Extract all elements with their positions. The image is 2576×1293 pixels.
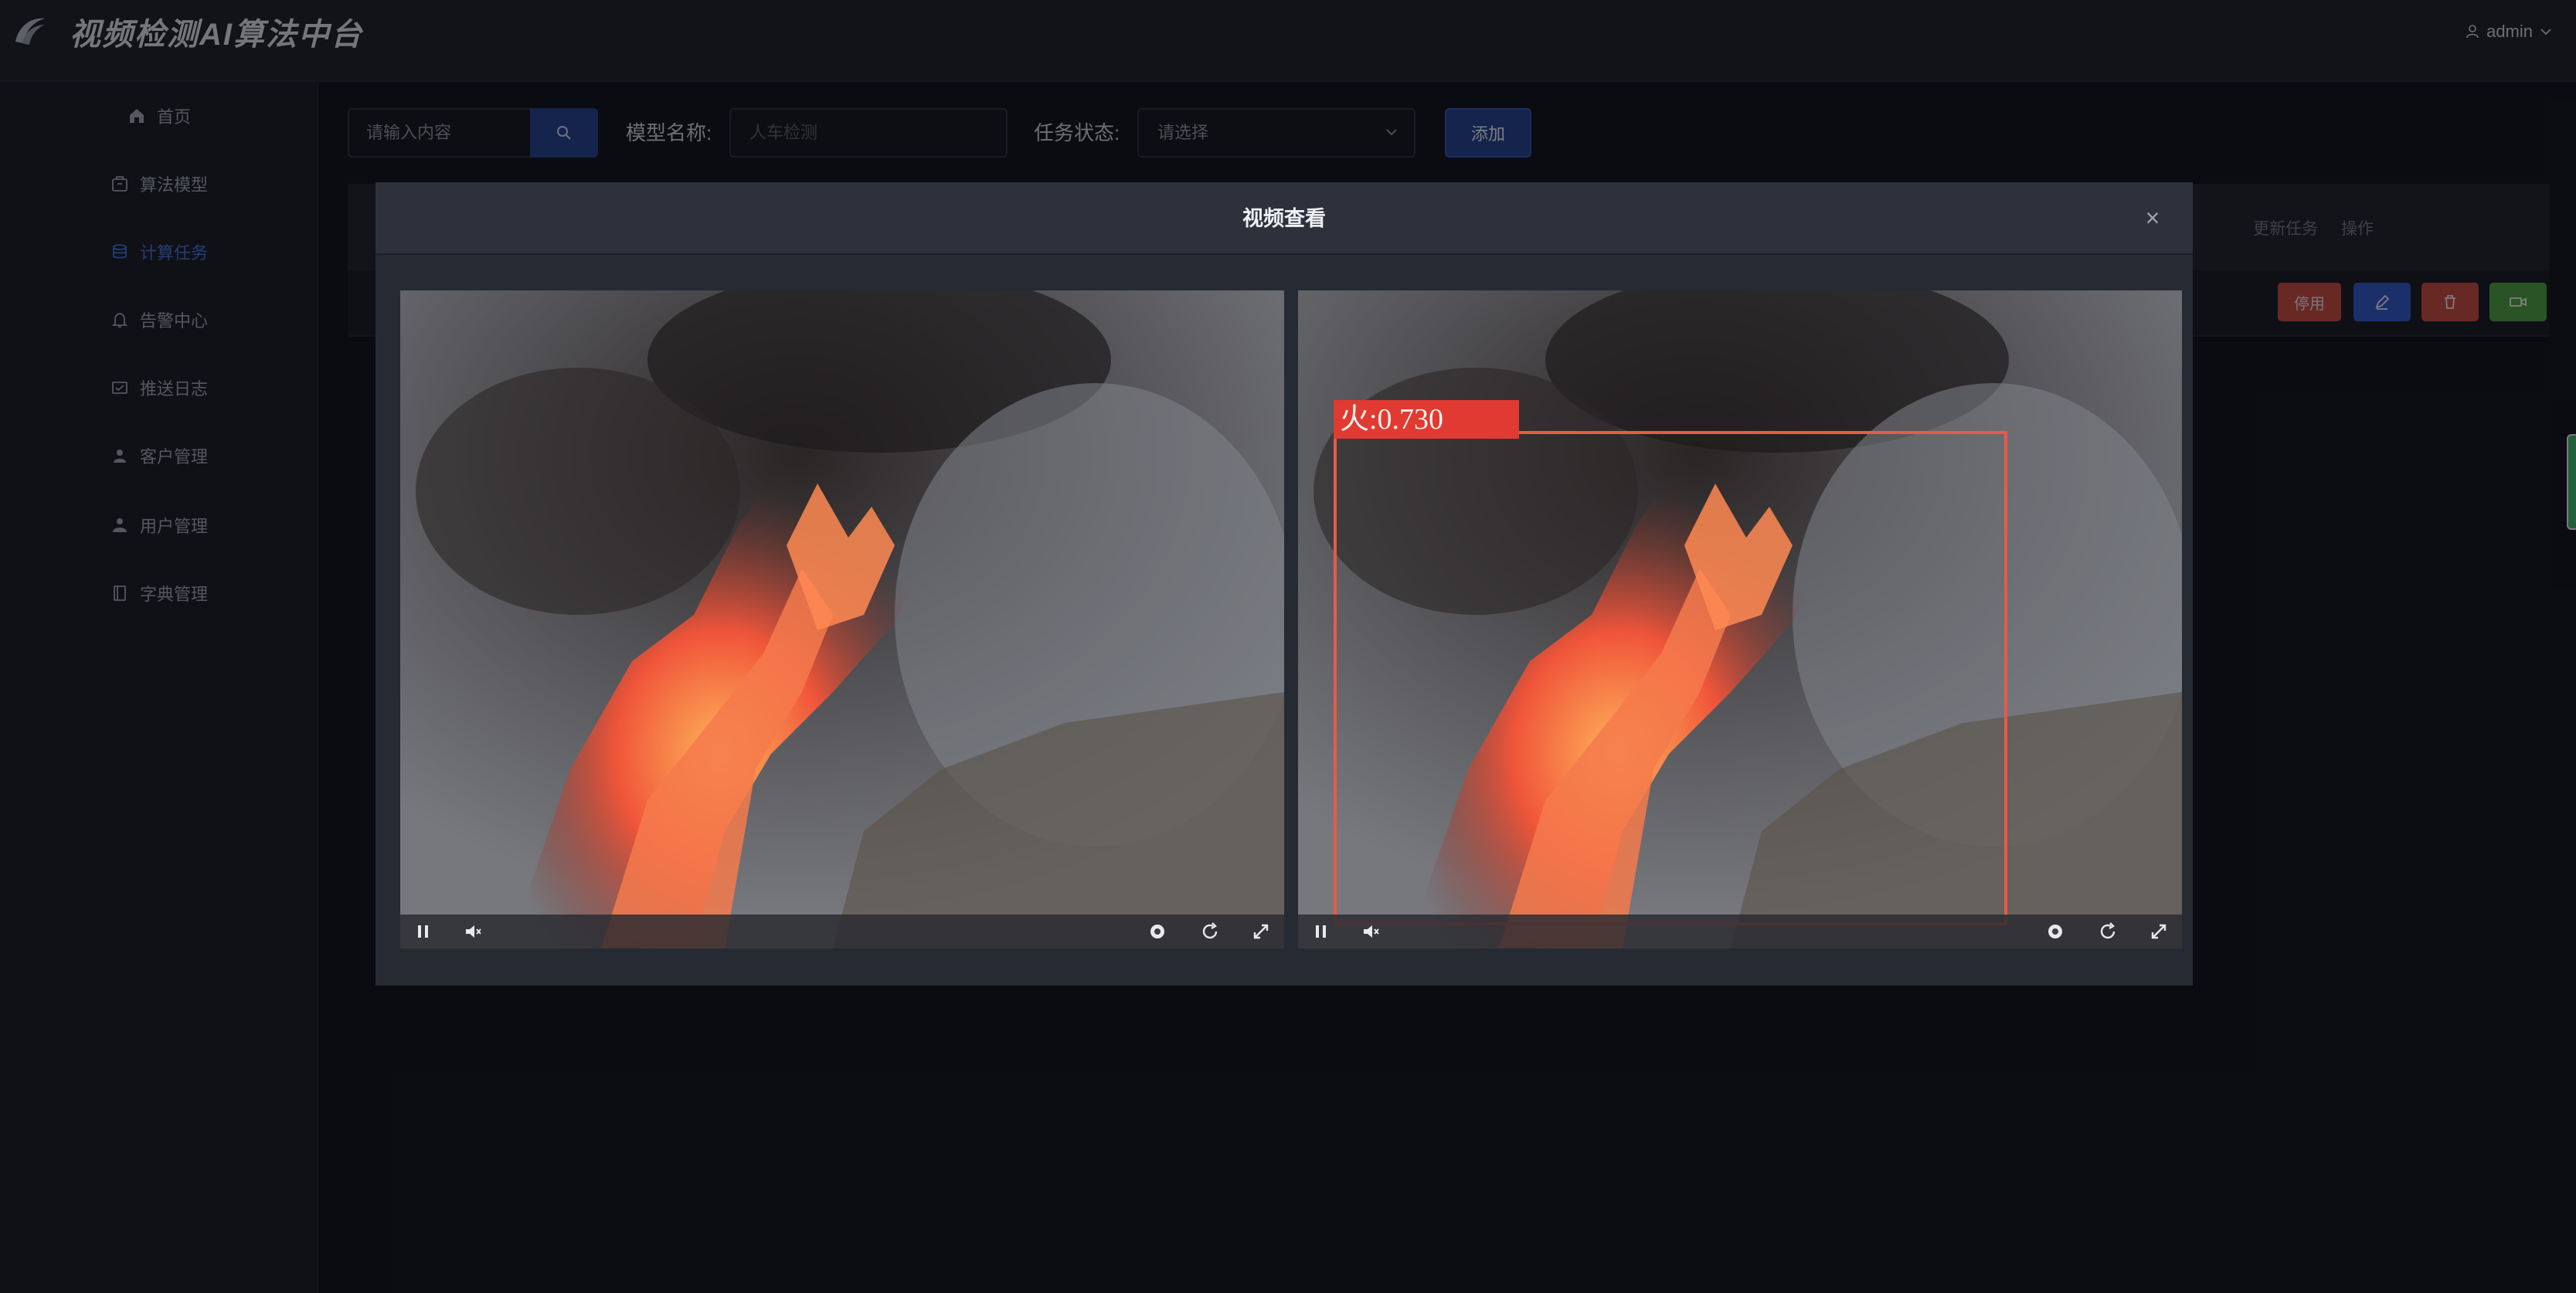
- video-controls: [1298, 915, 2182, 949]
- detection-video-player[interactable]: 火:0.730: [1298, 290, 2182, 949]
- detection-bounding-box: [1334, 431, 2007, 925]
- fullscreen-icon[interactable]: [1250, 921, 1272, 942]
- pause-icon[interactable]: [413, 921, 434, 942]
- pause-icon[interactable]: [1310, 921, 1332, 942]
- video-controls: [400, 915, 1284, 949]
- dialog-header: 视频查看 ×: [376, 182, 2193, 255]
- refresh-icon[interactable]: [2097, 921, 2119, 942]
- video-view-dialog: 视频查看 × 火:0.730: [376, 182, 2193, 986]
- original-video-player[interactable]: [400, 290, 1284, 949]
- settings-icon[interactable]: [1147, 921, 1168, 942]
- settings-icon[interactable]: [2044, 921, 2066, 942]
- refresh-icon[interactable]: [1199, 921, 1221, 942]
- fullscreen-icon[interactable]: [2148, 921, 2170, 942]
- mute-icon[interactable]: [1360, 921, 1381, 942]
- mute-icon[interactable]: [462, 921, 484, 942]
- close-icon[interactable]: ×: [2137, 202, 2168, 233]
- dialog-title: 视频查看: [1242, 207, 1326, 230]
- fire-video-frame: [400, 290, 1284, 949]
- detection-label: 火:0.730: [1334, 400, 1519, 439]
